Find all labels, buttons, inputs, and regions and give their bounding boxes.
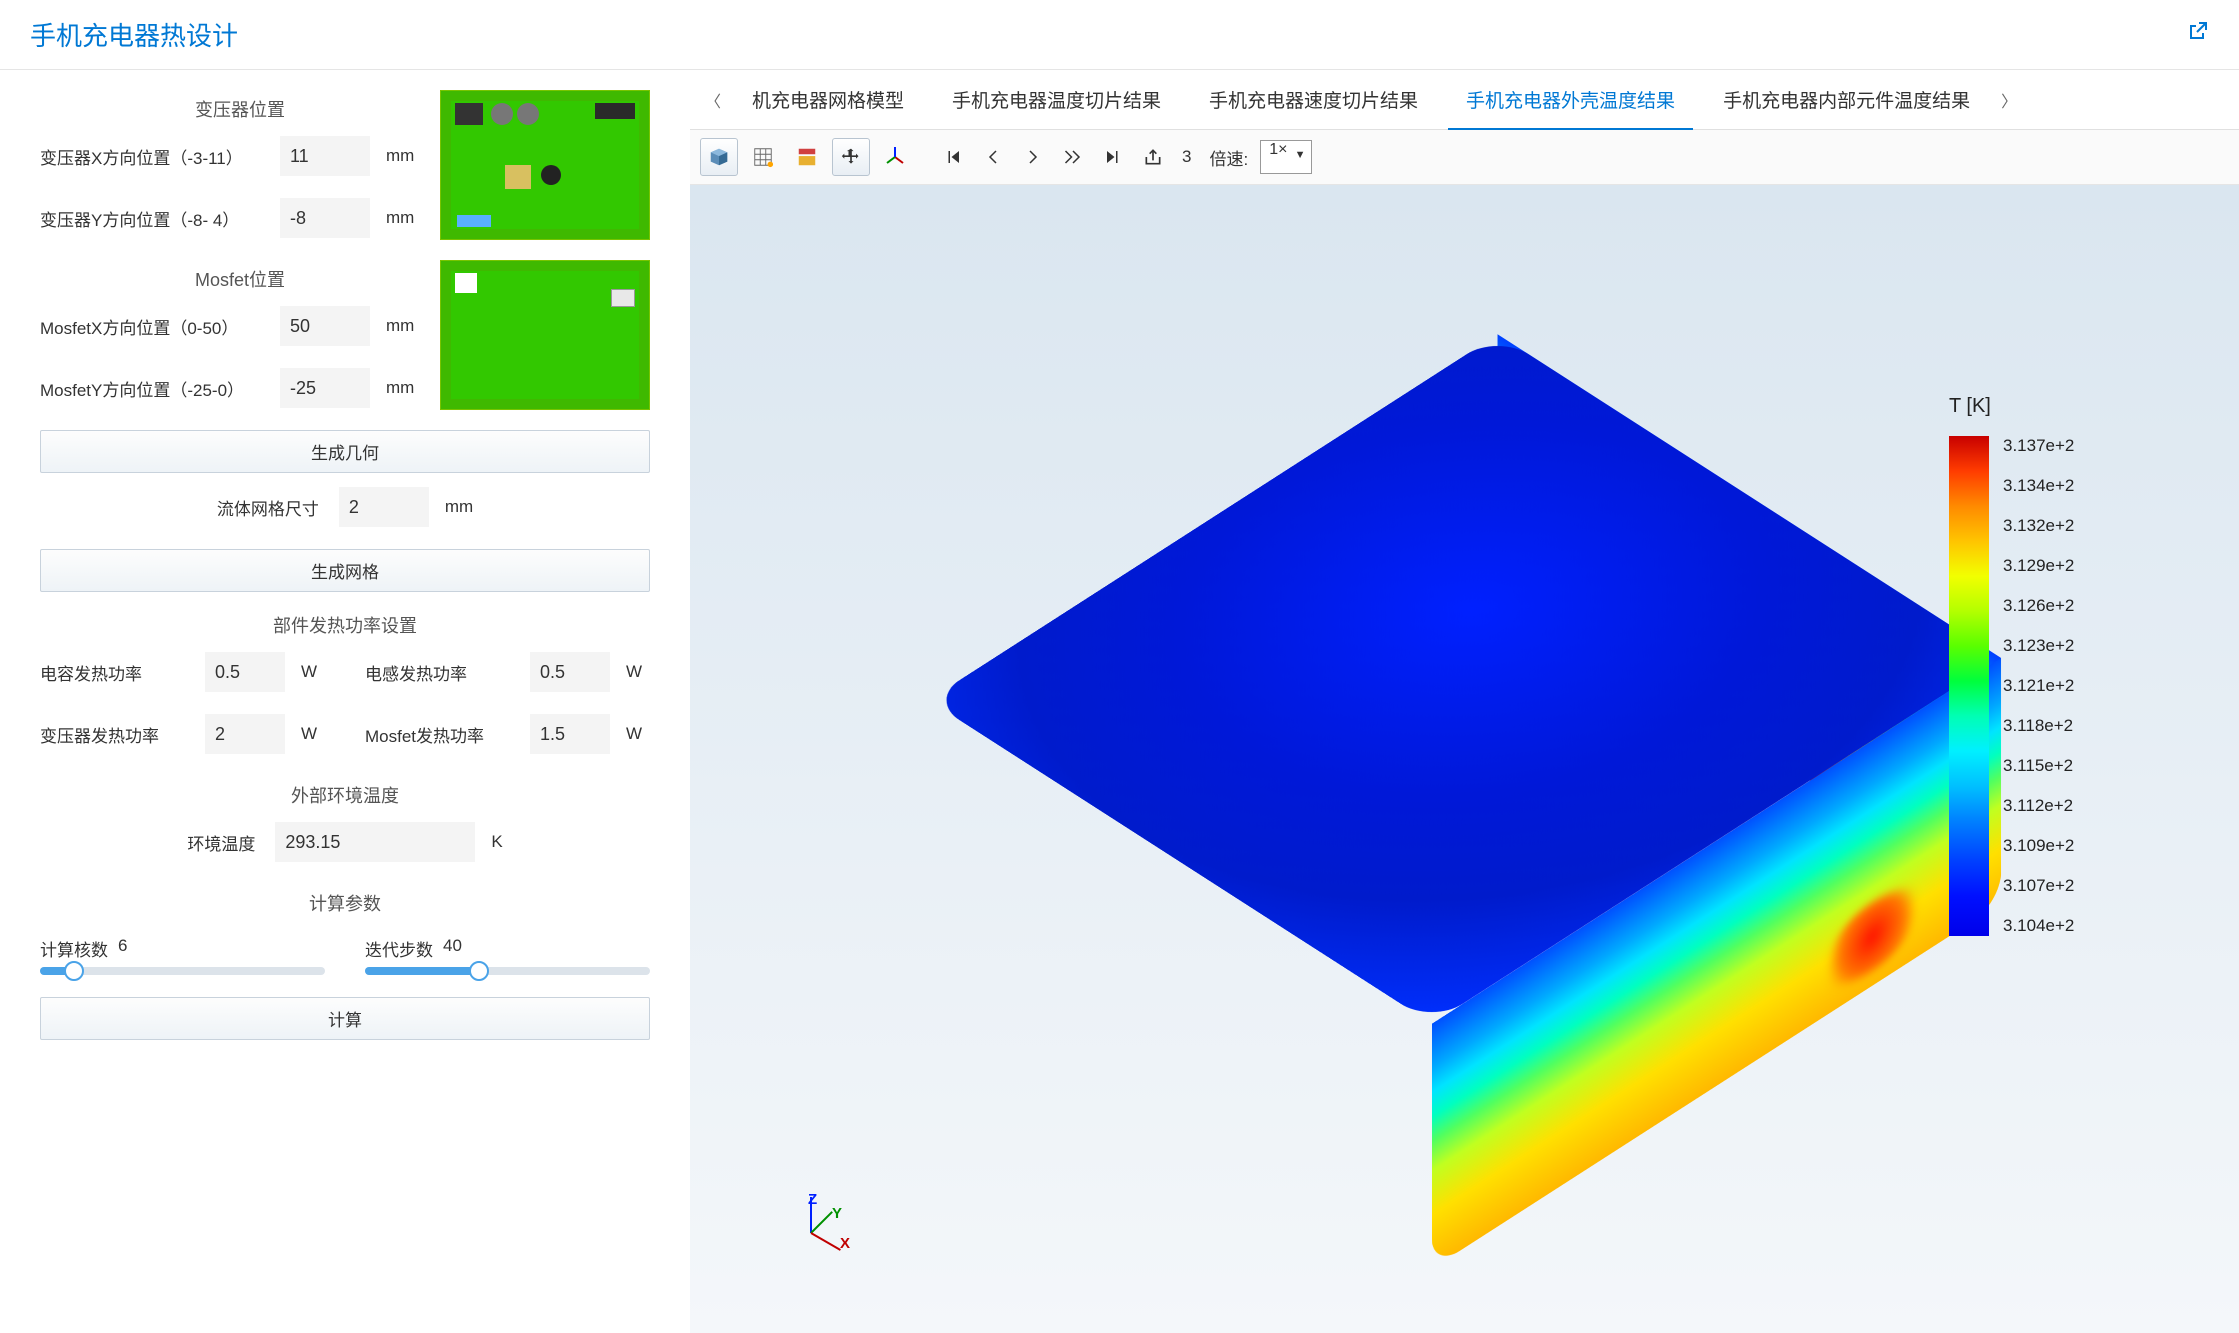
label-ind-power: 电感发热功率 [365,660,520,685]
legend-value: 3.129e+2 [2003,556,2074,576]
frame-number: 3 [1182,147,1191,167]
tabs-scroll-left-icon[interactable]: 〈 [698,88,728,112]
data-table-icon[interactable] [788,138,826,176]
input-mosfet-x[interactable] [280,306,370,346]
viewer-toolbar: 3 倍速: 1× [690,130,2239,185]
label-mosfet-y: MosfetY方向位置（-25-0） [40,376,270,401]
prev-frame-icon[interactable] [976,138,1010,176]
legend-values: 3.137e+2 3.134e+2 3.132e+2 3.129e+2 3.126e+2… [2003,436,2074,936]
slider-iters[interactable] [365,967,650,975]
label-ambient-temp: 环境温度 [187,830,255,855]
label-mosfet-x: MosfetX方向位置（0-50） [40,314,270,339]
label-mosfet-power: Mosfet发热功率 [365,722,520,747]
unit-mosfet-y: mm [386,378,414,398]
label-xfmr-x: 变压器X方向位置（-3-11） [40,144,270,169]
label-cap-power: 电容发热功率 [40,660,195,685]
move-icon[interactable] [832,138,870,176]
label-iters: 迭代步数 [365,936,433,961]
axis-x-icon: X [840,1235,850,1252]
next-frame-icon[interactable] [1056,138,1090,176]
label-cores: 计算核数 [40,936,108,961]
input-xfmr-y[interactable] [280,198,370,238]
unit-cap-power: W [301,662,317,682]
generate-geometry-button[interactable]: 生成几何 [40,430,650,473]
legend-value: 3.121e+2 [2003,676,2074,696]
section-power: 部件发热功率设置 [40,606,650,652]
unit-ambient-temp: K [491,832,502,852]
legend-value: 3.134e+2 [2003,476,2074,496]
unit-ind-power: W [626,662,642,682]
app-title: 手机充电器热设计 [30,16,238,53]
pcb-preview-transformer [440,90,650,240]
legend-value: 3.107e+2 [2003,876,2074,896]
legend-value: 3.112e+2 [2003,796,2074,816]
result-tabs: 〈 机充电器网格模型 手机充电器温度切片结果 手机充电器速度切片结果 手机充电器… [690,70,2239,130]
legend-value: 3.137e+2 [2003,436,2074,456]
tab-temp-slice[interactable]: 手机充电器温度切片结果 [928,70,1185,129]
value-cores: 6 [118,936,127,961]
parameter-panel: 变压器位置 变压器X方向位置（-3-11） mm 变压器Y方向位置（-8- 4）… [0,70,690,1333]
section-mosfet-pos: Mosfet位置 [40,260,440,306]
legend-value: 3.132e+2 [2003,516,2074,536]
view-cube-icon[interactable] [700,138,738,176]
charger-solid [928,334,2001,1024]
legend-value: 3.118e+2 [2003,716,2074,736]
input-mosfet-power[interactable] [530,714,610,754]
legend-colorbar [1949,436,1989,936]
input-mesh-size[interactable] [339,487,429,527]
pcb-preview-mosfet [440,260,650,410]
open-external-icon[interactable] [2185,20,2209,50]
input-ambient-temp[interactable] [275,822,475,862]
input-ind-power[interactable] [530,652,610,692]
grid-icon[interactable] [744,138,782,176]
unit-xfmr-y: mm [386,208,414,228]
input-xfmr-x[interactable] [280,136,370,176]
speed-select[interactable]: 1× [1260,140,1312,174]
compute-button[interactable]: 计算 [40,997,650,1040]
legend-value: 3.115e+2 [2003,756,2074,776]
unit-mosfet-x: mm [386,316,414,336]
slider-cores[interactable] [40,967,325,975]
last-frame-icon[interactable] [1096,138,1130,176]
first-frame-icon[interactable] [936,138,970,176]
legend-value: 3.104e+2 [2003,916,2074,936]
legend-value: 3.123e+2 [2003,636,2074,656]
unit-mesh-size: mm [445,497,473,517]
generate-mesh-button[interactable]: 生成网格 [40,549,650,592]
section-transformer-pos: 变压器位置 [40,90,440,136]
play-icon[interactable] [1016,138,1050,176]
legend-title: T [K] [1949,395,2169,418]
tab-mesh-model[interactable]: 机充电器网格模型 [728,70,928,129]
tab-shell-temp[interactable]: 手机充电器外壳温度结果 [1442,70,1699,129]
color-legend: T [K] 3.137e+23.134e+23.132e+23.129e+23.… [1949,395,2169,936]
tab-component-temp[interactable]: 手机充电器内部元件温度结果 [1699,70,1994,129]
legend-value: 3.126e+2 [2003,596,2074,616]
axes-icon[interactable] [876,138,914,176]
tabs-scroll-right-icon[interactable]: 〉 [1994,88,2024,112]
render-viewport[interactable]: T [K] 3.137e+23.134e+23.132e+23.129e+23.… [690,185,2239,1333]
label-mesh-size: 流体网格尺寸 [217,495,319,520]
legend-value: 3.109e+2 [2003,836,2074,856]
export-icon[interactable] [1136,138,1170,176]
unit-xfmr-power: W [301,724,317,744]
axis-y-icon: Y [832,1205,842,1222]
speed-label: 倍速: [1209,145,1248,170]
axis-triad: Z Y X [770,1193,850,1273]
section-solve-params: 计算参数 [40,884,650,930]
unit-xfmr-x: mm [386,146,414,166]
input-mosfet-y[interactable] [280,368,370,408]
label-xfmr-power: 变压器发热功率 [40,722,195,747]
tab-velocity-slice[interactable]: 手机充电器速度切片结果 [1185,70,1442,129]
app-header: 手机充电器热设计 [0,0,2239,70]
label-xfmr-y: 变压器Y方向位置（-8- 4） [40,206,270,231]
input-cap-power[interactable] [205,652,285,692]
axis-z-icon: Z [808,1191,817,1208]
value-iters: 40 [443,936,462,961]
input-xfmr-power[interactable] [205,714,285,754]
section-ambient: 外部环境温度 [40,776,650,822]
unit-mosfet-power: W [626,724,642,744]
